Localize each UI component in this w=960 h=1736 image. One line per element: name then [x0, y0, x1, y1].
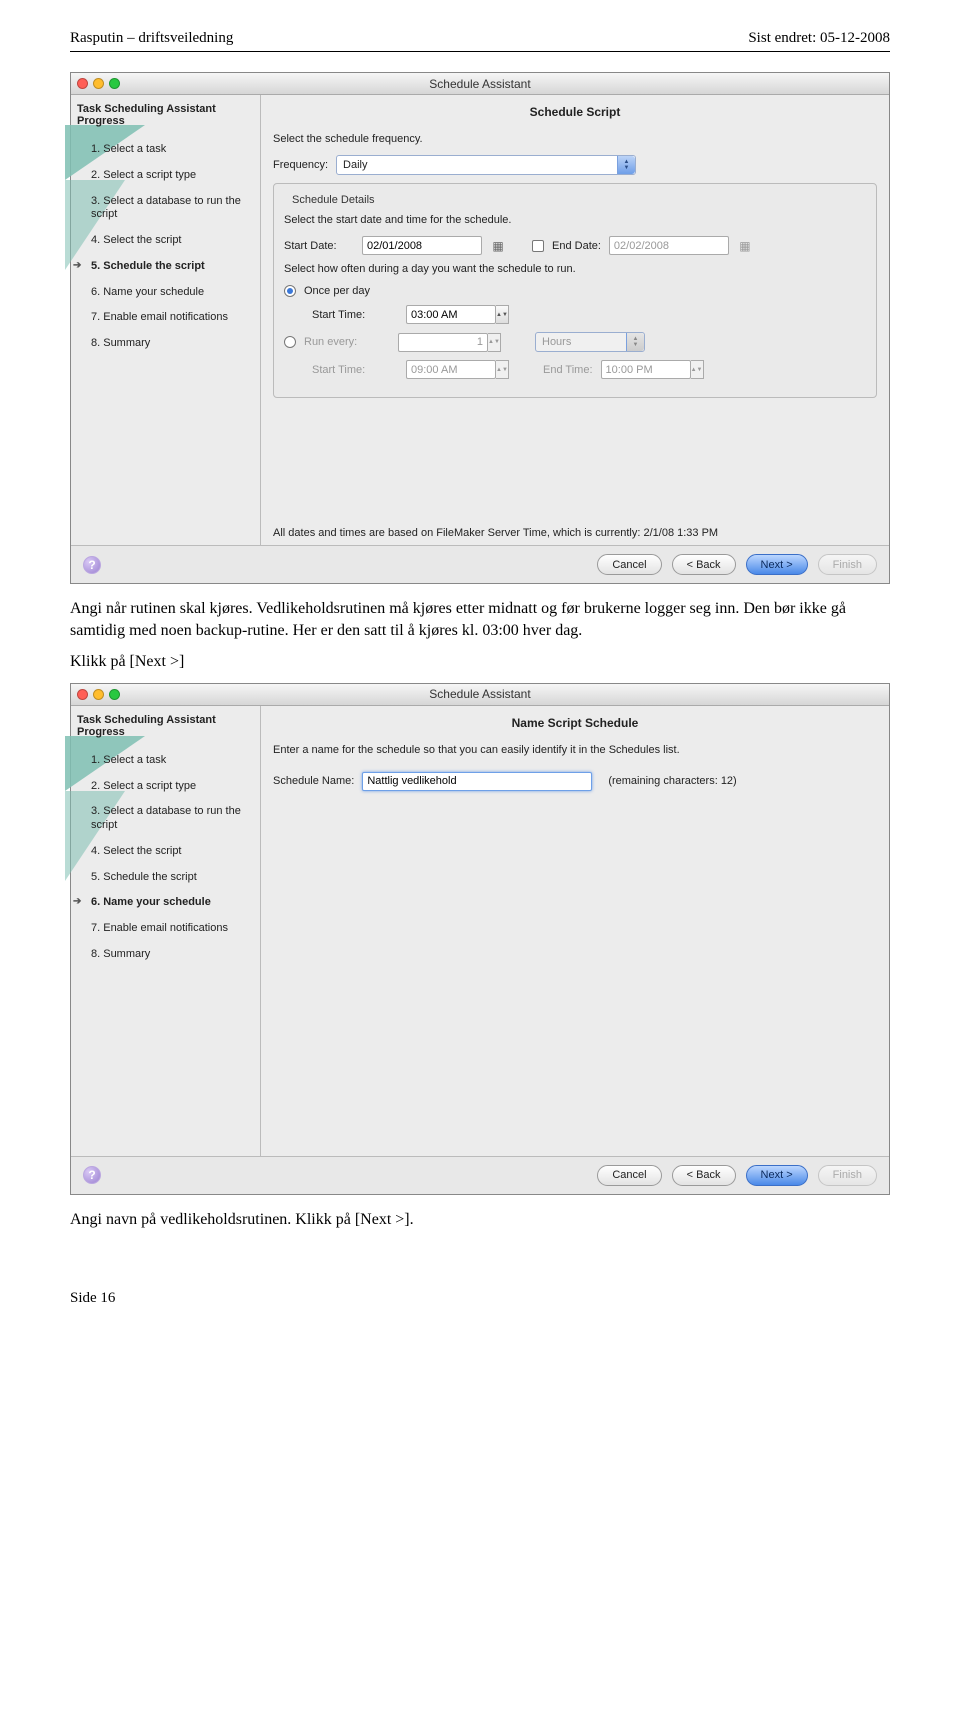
step-list: 1. Select a task 2. Select a script type… [77, 748, 252, 968]
step-3: 3. Select a database to run the script [77, 189, 252, 229]
calendar-icon[interactable]: ▦ [490, 238, 506, 254]
step-4: 4. Select the script [77, 228, 252, 254]
wizard-sidebar: Task Scheduling Assistant Progress 1. Se… [71, 95, 261, 545]
paragraph-1: Angi når rutinen skal kjøres. Vedlikehol… [70, 598, 890, 641]
start-time-spinner[interactable]: ▲▼ [406, 305, 509, 324]
run-every-radio[interactable] [284, 336, 296, 348]
finish-button: Finish [818, 554, 877, 575]
start-date-input[interactable] [362, 236, 482, 255]
schedule-name-label: Schedule Name: [273, 775, 354, 787]
page-number: Side 16 [70, 1290, 890, 1307]
step-8: 8. Summary [77, 331, 252, 357]
schedule-assistant-window-2: Schedule Assistant Task Scheduling Assis… [70, 683, 890, 1195]
step-1: 1. Select a task [77, 137, 252, 163]
start-time-input[interactable] [406, 305, 496, 324]
schedule-assistant-window-1: Schedule Assistant Task Scheduling Assis… [70, 72, 890, 584]
stepper-icon: ▲▼ [488, 333, 501, 352]
re-start-time-input [406, 360, 496, 379]
finish-button: Finish [818, 1165, 877, 1186]
re-end-time-spinner: ▲▼ [601, 360, 704, 379]
stepper-icon[interactable]: ▲▼ [496, 305, 509, 324]
step-list: 1. Select a task 2. Select a script type… [77, 137, 252, 357]
page-title: Name Script Schedule [273, 716, 877, 730]
paragraph-2: Angi navn på vedlikeholdsrutinen. Klikk … [70, 1209, 890, 1231]
instruction-often: Select how often during a day you want t… [284, 263, 866, 275]
step-5: 5. Schedule the script [77, 865, 252, 891]
frequency-label: Frequency: [273, 159, 328, 171]
calendar-icon: ▦ [737, 238, 753, 254]
re-start-time-label: Start Time: [312, 364, 398, 376]
frequency-value: Daily [343, 159, 367, 171]
remaining-chars: (remaining characters: 12) [608, 775, 736, 787]
run-every-unit-select: Hours ▲▼ [535, 332, 645, 352]
step-4: 4. Select the script [77, 839, 252, 865]
run-every-label: Run every: [304, 336, 390, 348]
window-titlebar: Schedule Assistant [71, 684, 889, 706]
stepper-icon: ▲▼ [691, 360, 704, 379]
back-button[interactable]: < Back [672, 1165, 736, 1186]
chevron-updown-icon: ▲▼ [626, 333, 644, 351]
help-icon[interactable]: ? [83, 1166, 101, 1184]
re-end-time-label: End Time: [543, 364, 593, 376]
once-per-day-radio[interactable] [284, 285, 296, 297]
chevron-updown-icon: ▲▼ [617, 156, 635, 174]
cancel-button[interactable]: Cancel [597, 1165, 661, 1186]
wizard-main: Name Script Schedule Enter a name for th… [261, 706, 889, 1156]
schedule-details-fieldset: Schedule Details Select the start date a… [273, 183, 877, 398]
step-2: 2. Select a script type [77, 163, 252, 189]
paragraph-1b: Klikk på [Next >] [70, 651, 890, 673]
frequency-select[interactable]: Daily ▲▼ [336, 155, 636, 175]
next-button[interactable]: Next > [746, 1165, 808, 1186]
help-icon[interactable]: ? [83, 556, 101, 574]
re-start-time-spinner: ▲▼ [406, 360, 509, 379]
step-1: 1. Select a task [77, 748, 252, 774]
step-8: 8. Summary [77, 942, 252, 968]
instruction-name: Enter a name for the schedule so that yo… [273, 744, 877, 756]
once-per-day-label: Once per day [304, 285, 370, 297]
schedule-name-input[interactable] [362, 772, 592, 791]
wizard-footer: ? Cancel < Back Next > Finish [71, 1156, 889, 1194]
step-7: 7. Enable email notifications [77, 916, 252, 942]
step-6: 6. Name your schedule [77, 890, 252, 916]
step-5: 5. Schedule the script [77, 254, 252, 280]
step-3: 3. Select a database to run the script [77, 799, 252, 839]
step-2: 2. Select a script type [77, 774, 252, 800]
wizard-main: Schedule Script Select the schedule freq… [261, 95, 889, 545]
stepper-icon: ▲▼ [496, 360, 509, 379]
doc-header-right: Sist endret: 05-12-2008 [748, 30, 890, 47]
doc-header-left: Rasputin – driftsveiledning [70, 30, 233, 47]
sidebar-title: Task Scheduling Assistant Progress [77, 714, 252, 738]
window-title: Schedule Assistant [71, 77, 889, 91]
window-title: Schedule Assistant [71, 687, 889, 701]
end-date-input [609, 236, 729, 255]
step-7: 7. Enable email notifications [77, 305, 252, 331]
run-every-spinner: ▲▼ [398, 333, 501, 352]
server-time-note: All dates and times are based on FileMak… [273, 497, 877, 539]
instruction-frequency: Select the schedule frequency. [273, 133, 877, 145]
run-every-input [398, 333, 488, 352]
start-time-label: Start Time: [312, 309, 398, 321]
wizard-footer: ? Cancel < Back Next > Finish [71, 545, 889, 583]
re-end-time-input [601, 360, 691, 379]
cancel-button[interactable]: Cancel [597, 554, 661, 575]
wizard-sidebar: Task Scheduling Assistant Progress 1. Se… [71, 706, 261, 1156]
page-title: Schedule Script [273, 105, 877, 119]
run-every-unit: Hours [542, 336, 571, 348]
instruction-startdate: Select the start date and time for the s… [284, 214, 866, 226]
back-button[interactable]: < Back [672, 554, 736, 575]
step-6: 6. Name your schedule [77, 280, 252, 306]
doc-header: Rasputin – driftsveiledning Sist endret:… [70, 30, 890, 47]
window-titlebar: Schedule Assistant [71, 73, 889, 95]
next-button[interactable]: Next > [746, 554, 808, 575]
sidebar-title: Task Scheduling Assistant Progress [77, 103, 252, 127]
start-date-label: Start Date: [284, 240, 354, 252]
end-date-checkbox[interactable] [532, 240, 544, 252]
end-date-label: End Date: [552, 240, 601, 252]
doc-divider [70, 51, 890, 52]
schedule-details-legend: Schedule Details [288, 194, 379, 206]
